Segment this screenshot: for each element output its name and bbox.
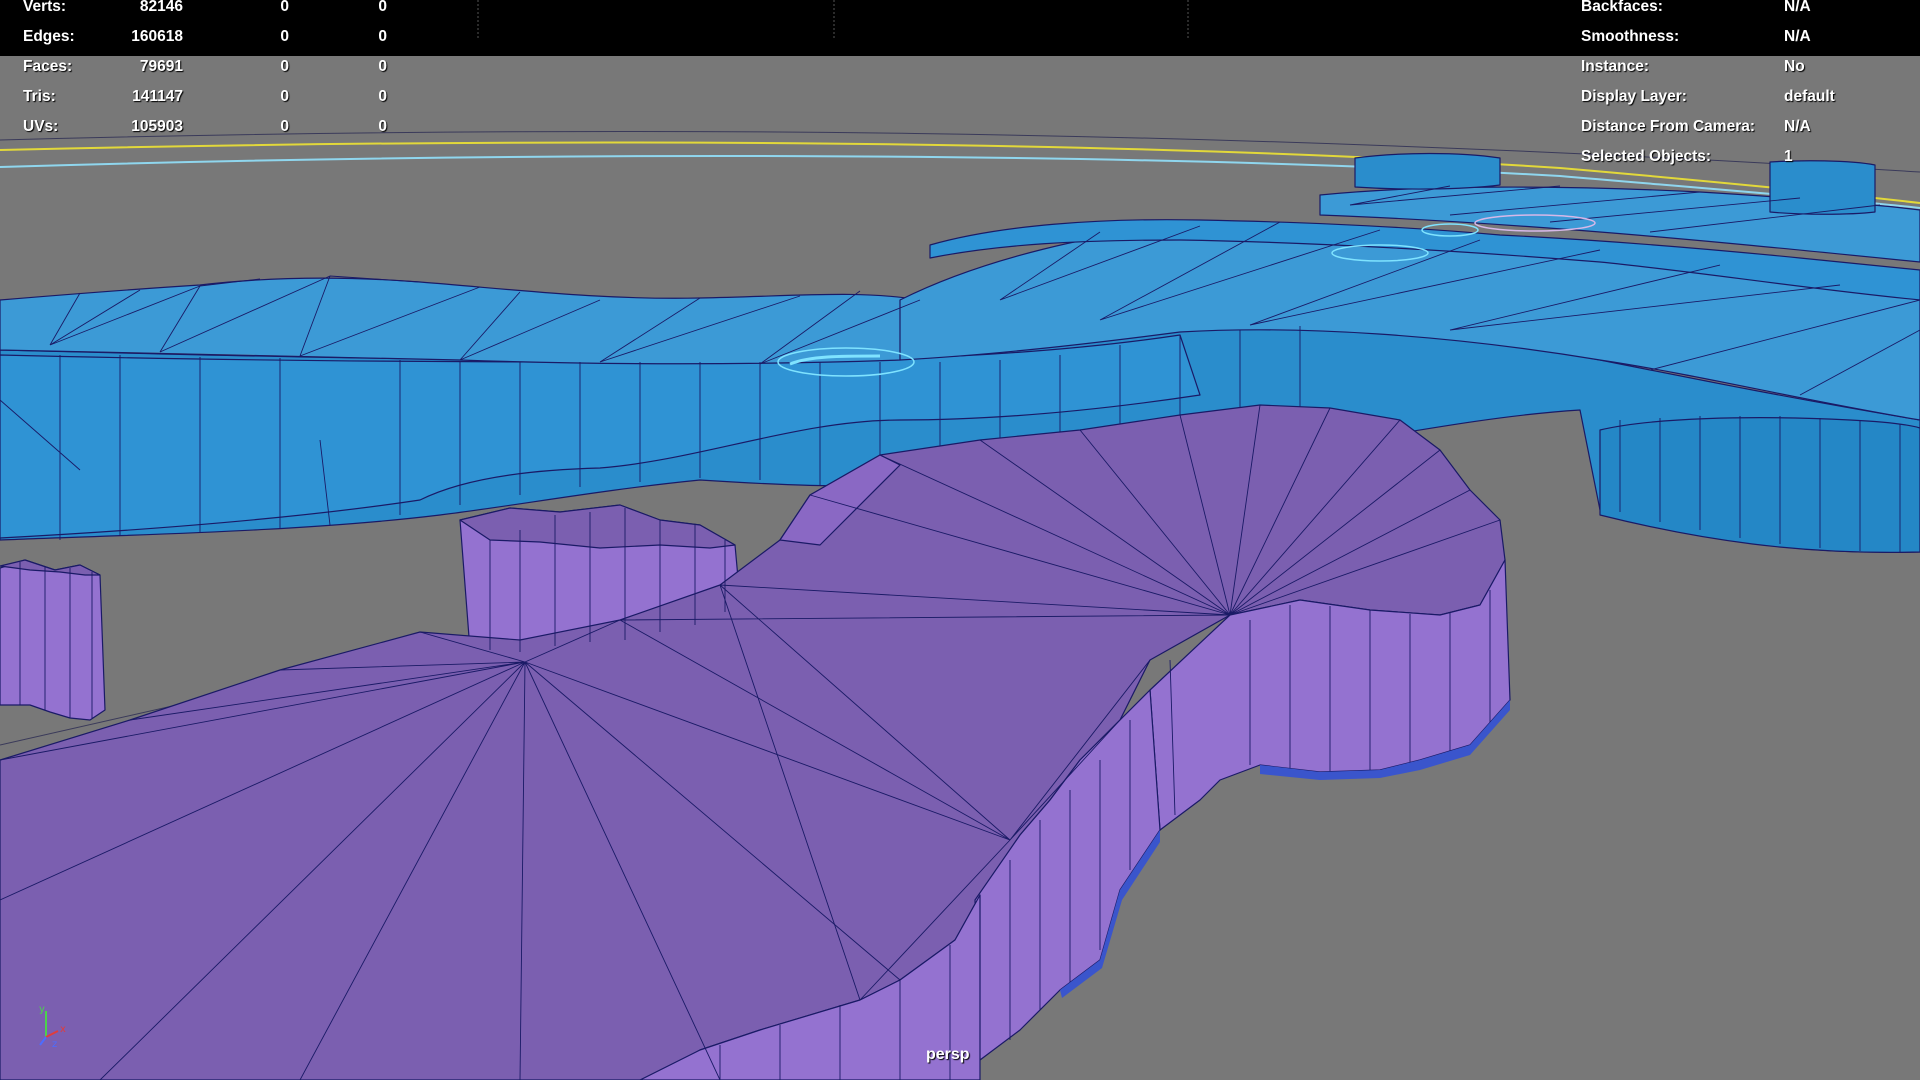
poly-count-row: Tris: 141147 0 0 xyxy=(0,82,420,112)
poly-count-row: Faces: 79691 0 0 xyxy=(0,52,420,82)
poly-count-value: 0 xyxy=(378,58,387,75)
poly-count-value: 0 xyxy=(378,118,387,135)
object-detail-row: Smoothness: N/A xyxy=(1570,22,1910,52)
object-detail-value: N/A xyxy=(1784,118,1811,135)
axis-label-x: x xyxy=(60,1024,66,1035)
object-detail-value: N/A xyxy=(1784,0,1811,15)
object-detail-row: Distance From Camera: N/A xyxy=(1570,112,1910,142)
object-detail-value: N/A xyxy=(1784,28,1811,45)
axis-label-y: y xyxy=(39,1004,45,1015)
poly-count-value: 0 xyxy=(378,28,387,45)
poly-count-label: UVs: xyxy=(23,118,59,135)
poly-count-value: 79691 xyxy=(139,58,183,75)
object-detail-label: Smoothness: xyxy=(1581,28,1680,45)
object-detail-label: Display Layer: xyxy=(1581,88,1687,105)
purple-pillars-left xyxy=(0,559,106,721)
object-detail-row: Instance: No xyxy=(1570,52,1910,82)
object-details-hud: Backfaces: N/A Smoothness: N/A Instance: No Di… xyxy=(1570,0,1910,172)
poly-count-label: Tris: xyxy=(23,88,56,105)
poly-count-value: 0 xyxy=(280,0,289,15)
object-detail-row: Selected Objects: 1 xyxy=(1570,142,1910,172)
poly-count-value: 160618 xyxy=(131,28,183,45)
poly-count-value: 105903 xyxy=(131,118,183,135)
poly-count-label: Edges: xyxy=(23,28,75,45)
poly-count-value: 82146 xyxy=(139,0,183,15)
object-detail-value: No xyxy=(1784,58,1805,75)
poly-count-label: Verts: xyxy=(23,0,67,15)
poly-count-row: UVs: 105903 0 0 xyxy=(0,112,420,142)
object-detail-label: Distance From Camera: xyxy=(1581,118,1756,135)
object-detail-label: Backfaces: xyxy=(1581,0,1663,15)
poly-count-hud: Verts: 82146 0 0 Edges: 160618 0 0 Faces: 79691 0 0… xyxy=(0,0,420,142)
poly-count-label: Faces: xyxy=(23,58,73,75)
poly-count-value: 0 xyxy=(280,28,289,45)
poly-count-value: 0 xyxy=(280,58,289,75)
poly-count-value: 141147 xyxy=(132,88,183,105)
object-detail-row: Backfaces: N/A xyxy=(1570,0,1910,22)
object-detail-row: Display Layer: default xyxy=(1570,82,1910,112)
object-detail-value: default xyxy=(1784,88,1835,105)
poly-count-row: Edges: 160618 0 0 xyxy=(0,22,420,52)
axis-gizmo-icon: y x z xyxy=(39,1004,66,1049)
camera-name-label: persp xyxy=(926,1046,970,1063)
poly-count-value: 0 xyxy=(378,0,387,15)
poly-count-value: 0 xyxy=(378,88,387,105)
object-detail-label: Selected Objects: xyxy=(1581,148,1712,165)
perspective-viewport[interactable]: Verts: 82146 0 0 Edges: 160618 0 0 Faces: 79691 0 0… xyxy=(0,0,1920,1080)
object-detail-value: 1 xyxy=(1784,148,1793,165)
poly-count-row: Verts: 82146 0 0 xyxy=(0,0,420,22)
poly-count-value: 0 xyxy=(280,118,289,135)
object-detail-label: Instance: xyxy=(1581,58,1650,75)
poly-count-value: 0 xyxy=(280,88,289,105)
axis-label-z: z xyxy=(52,1039,57,1049)
